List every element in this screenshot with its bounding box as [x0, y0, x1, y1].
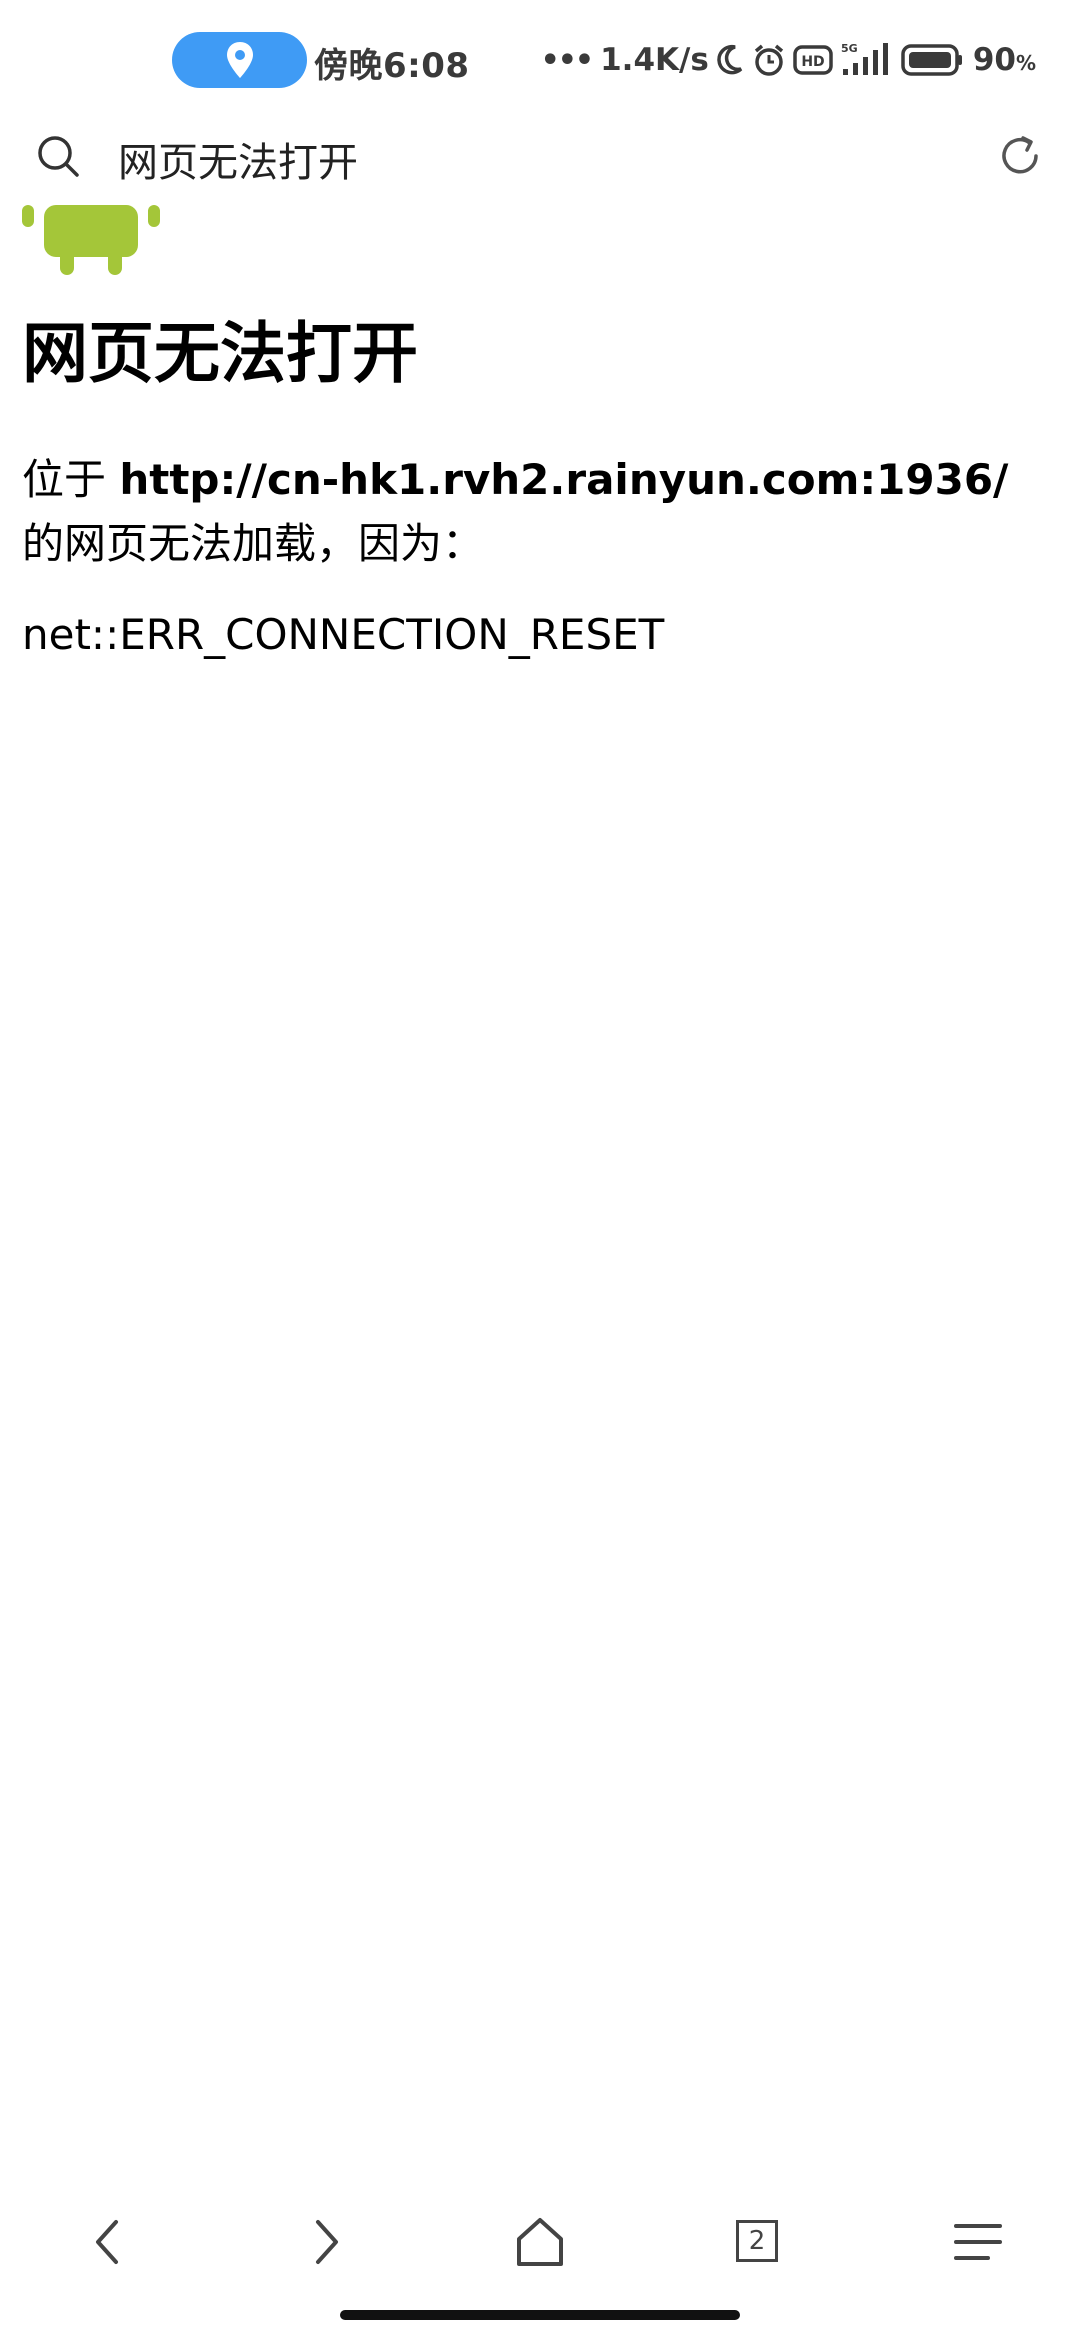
battery-icon: [901, 44, 962, 76]
location-indicator: [172, 32, 307, 88]
alarm-icon: [754, 44, 783, 76]
error-title: 网页无法打开: [22, 315, 418, 392]
forward-icon[interactable]: [296, 2212, 356, 2272]
menu-icon[interactable]: [948, 2212, 1008, 2272]
tabs-button[interactable]: 2: [736, 2220, 796, 2280]
network-speed: 1.4K/s: [600, 42, 709, 78]
back-icon[interactable]: [78, 2212, 138, 2272]
status-time: 傍晚6:08: [314, 46, 470, 86]
svg-text:5G: 5G: [841, 42, 858, 55]
reload-icon[interactable]: [996, 132, 1044, 180]
location-pin-icon: [226, 42, 253, 78]
search-icon[interactable]: [36, 134, 80, 178]
address-text[interactable]: 网页无法打开: [118, 130, 358, 188]
error-code: net::ERR_CONNECTION_RESET: [22, 610, 665, 659]
error-description-prefix: 位于: [22, 455, 120, 504]
home-icon[interactable]: [510, 2212, 570, 2272]
error-description: 位于 http://cn-hk1.rvh2.rainyun.com:1936/ …: [22, 448, 1062, 576]
home-indicator[interactable]: [340, 2310, 740, 2320]
error-url: http://cn-hk1.rvh2.rainyun.com:1936/: [119, 455, 1009, 504]
moon-icon: [717, 44, 743, 75]
battery-percentage: 90%: [972, 42, 1036, 78]
more-dots-icon: •••: [540, 42, 595, 78]
error-description-suffix: 的网页无法加载，因为：: [22, 519, 485, 568]
svg-text:HD: HD: [801, 54, 824, 70]
bottom-toolbar: 2: [0, 2190, 1080, 2290]
hd-icon: HD: [793, 45, 833, 75]
tab-count: 2: [736, 2220, 778, 2262]
address-bar[interactable]: 网页无法打开: [0, 110, 1080, 210]
status-bar: 傍晚6:08 ••• 1.4K/s HD 5G 90%: [0, 0, 1080, 120]
browser-page: 傍晚6:08 ••• 1.4K/s HD 5G 90% 网页无法打开 网页无法打…: [0, 0, 1080, 2340]
signal-5g-icon: 5G: [841, 42, 888, 75]
status-icons: ••• 1.4K/s HD 5G 90%: [541, 36, 1036, 84]
android-robot-icon: [22, 205, 160, 275]
